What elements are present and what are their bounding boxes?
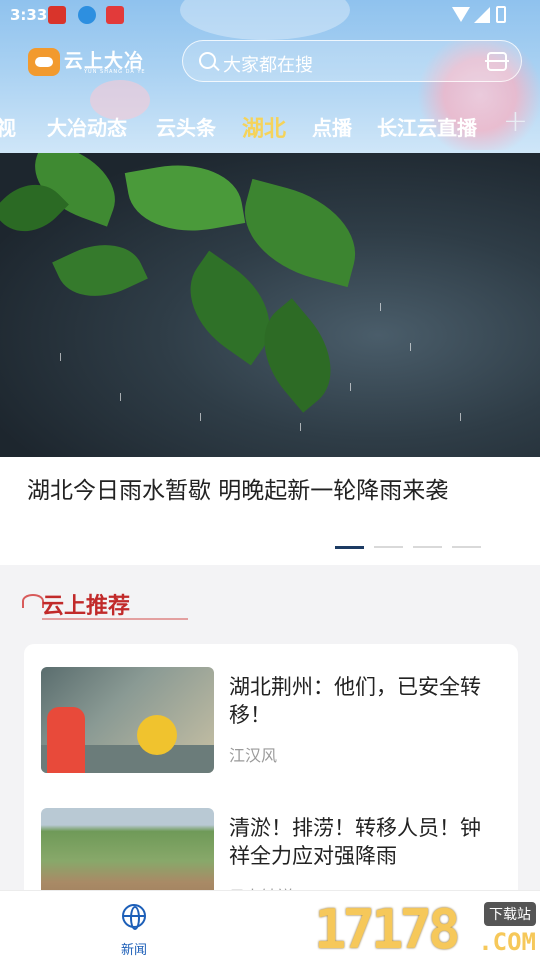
hero-title[interactable]: 湖北今日雨水暂歇 明晚起新一轮降雨来袭	[27, 471, 448, 505]
signal-icon	[474, 7, 490, 23]
watermark-tag: 下载站	[484, 902, 536, 926]
globe-icon	[122, 904, 146, 930]
leaf-shape	[231, 178, 369, 288]
carousel-dot[interactable]	[374, 546, 403, 548]
tab-hubei[interactable]: 湖北	[242, 111, 286, 143]
carousel-dot-active[interactable]	[335, 546, 364, 549]
raindrop	[200, 413, 201, 421]
app-header: 3:33 云上大冶 YUN SHANG DA YE 大家都在搜 视 大冶动态 云…	[0, 0, 540, 153]
notification-app-icon	[106, 6, 124, 24]
tab-dianbo[interactable]: 点播	[312, 112, 352, 141]
hero-image	[0, 153, 540, 457]
carousel-dot[interactable]	[413, 546, 442, 548]
wifi-icon	[452, 7, 470, 22]
section-underline	[42, 618, 188, 620]
raindrop	[410, 343, 411, 351]
download-icon	[78, 6, 96, 24]
logo-subtext: YUN SHANG DA YE	[84, 69, 146, 75]
news-title: 清淤！排涝！转移人员！钟祥全力应对强降雨	[229, 816, 481, 868]
carousel-dot[interactable]	[452, 546, 481, 548]
nav-label: 新闻	[121, 943, 148, 958]
search-placeholder: 大家都在搜	[223, 55, 313, 76]
notification-app-icon	[48, 6, 66, 24]
status-bar: 3:33	[0, 0, 540, 30]
search-input[interactable]: 大家都在搜	[182, 40, 522, 82]
cloud-ornament-icon	[22, 594, 44, 608]
raindrop	[300, 423, 301, 431]
recommend-card: 湖北荆州：他们，已安全转移！ 江汉风 清淤！排涝！转移人员！钟祥全力应对强降雨 …	[24, 644, 518, 904]
search-icon	[199, 52, 216, 69]
tab-yuntoutiao[interactable]: 云头条	[156, 112, 216, 141]
rescuer-helmet	[137, 715, 177, 755]
channel-tabs: 视 大冶动态 云头条 湖北 点播 长江云直播 +	[0, 104, 540, 146]
raindrop	[350, 383, 351, 391]
watermark-number: 17178	[314, 898, 461, 960]
leaf-shape	[124, 153, 246, 243]
leaf-shape	[52, 228, 148, 313]
rescuer-figure	[47, 707, 85, 773]
list-item[interactable]: 湖北荆州：他们，已安全转移！ 江汉风	[24, 667, 518, 787]
news-title: 湖北荆州：他们，已安全转移！	[229, 675, 481, 727]
tab-changjiangyun-live[interactable]: 长江云直播	[377, 112, 477, 141]
battery-icon	[496, 6, 506, 23]
carousel-indicator	[335, 546, 485, 549]
add-tab-icon[interactable]: +	[503, 104, 528, 139]
app-logo: 云上大冶 YUN SHANG DA YE	[28, 46, 160, 76]
raindrop	[120, 393, 121, 401]
scan-icon[interactable]	[485, 52, 509, 71]
site-watermark: 17178 下载站 .COM	[314, 894, 540, 960]
news-source: 江汉风	[229, 746, 278, 765]
recommend-header: 云上推荐	[22, 588, 188, 622]
section-title: 云上推荐	[42, 593, 131, 619]
raindrop	[380, 303, 381, 311]
news-thumbnail	[41, 667, 214, 773]
tab-dayedongtai[interactable]: 大冶动态	[47, 112, 127, 141]
logo-cloud-icon	[28, 48, 60, 76]
hero-banner[interactable]: 湖北今日雨水暂歇 明晚起新一轮降雨来袭	[0, 153, 540, 565]
watermark-domain: .COM	[478, 928, 536, 956]
raindrop	[460, 413, 461, 421]
tab-partial[interactable]: 视	[0, 112, 16, 141]
status-time: 3:33	[10, 6, 48, 24]
raindrop	[60, 353, 61, 361]
